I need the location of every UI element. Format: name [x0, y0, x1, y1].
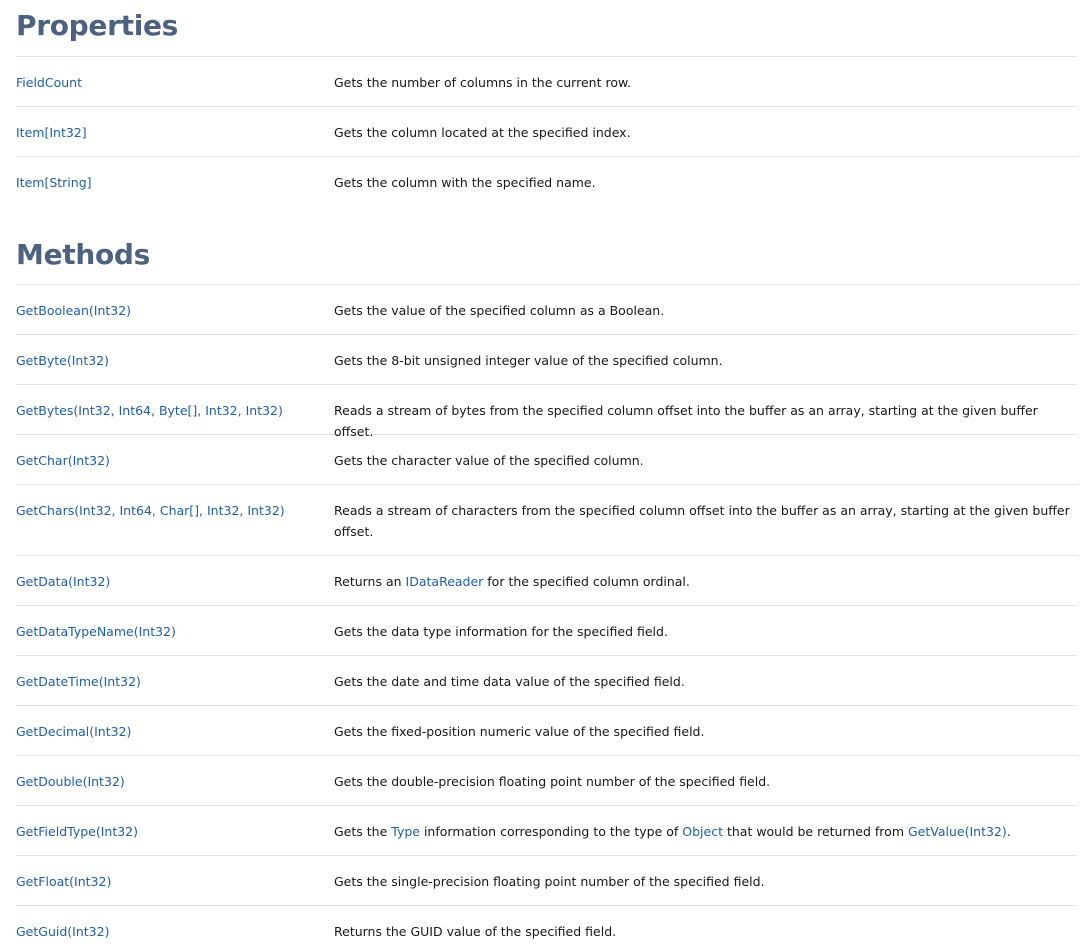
member-description: Gets the character value of the specifie…: [334, 453, 644, 468]
description-text: .: [1006, 824, 1011, 839]
api-reference-page: Properties FieldCount Gets the number of…: [0, 0, 1087, 947]
member-description: Gets the 8-bit unsigned integer value of…: [334, 353, 723, 368]
member-name-cell: GetFloat(Int32): [16, 871, 334, 905]
member-description: Gets the value of the specified column a…: [334, 303, 665, 318]
table-row: GetData(Int32) Returns an IDataReader fo…: [16, 555, 1077, 605]
properties-table: FieldCount Gets the number of columns in…: [16, 56, 1077, 206]
table-row: GetFieldType(Int32) Gets the Type inform…: [16, 805, 1077, 855]
property-link-item-int32[interactable]: Item[Int32]: [16, 125, 87, 140]
description-text: Gets the: [334, 824, 392, 839]
getvalue-link[interactable]: GetValue(Int32): [908, 824, 1007, 839]
member-name-cell: GetData(Int32): [16, 571, 334, 605]
description-text: Returns an: [334, 574, 406, 589]
table-row: GetDecimal(Int32) Gets the fixed-positio…: [16, 705, 1077, 755]
method-link-getbytes[interactable]: GetBytes(Int32, Int64, Byte[], Int32, In…: [16, 403, 283, 418]
member-description: Gets the fixed-position numeric value of…: [334, 724, 705, 739]
table-row: GetChars(Int32, Int64, Char[], Int32, In…: [16, 484, 1077, 555]
method-link-getfieldtype[interactable]: GetFieldType(Int32): [16, 824, 138, 839]
member-name-cell: FieldCount: [16, 72, 334, 106]
member-description: Gets the column with the specified name.: [334, 175, 596, 190]
method-link-getdouble[interactable]: GetDouble(Int32): [16, 774, 125, 789]
method-link-getbyte[interactable]: GetByte(Int32): [16, 353, 109, 368]
member-description: Gets the single-precision floating point…: [334, 874, 765, 889]
table-row: Item[Int32] Gets the column located at t…: [16, 106, 1077, 156]
property-link-item-string[interactable]: Item[String]: [16, 175, 92, 190]
member-name-cell: GetBoolean(Int32): [16, 300, 334, 334]
method-link-getfloat[interactable]: GetFloat(Int32): [16, 874, 111, 889]
table-row: GetDouble(Int32) Gets the double-precisi…: [16, 755, 1077, 805]
member-description: Gets the number of columns in the curren…: [334, 75, 632, 90]
method-link-getchar[interactable]: GetChar(Int32): [16, 453, 110, 468]
member-name-cell: GetByte(Int32): [16, 350, 334, 384]
property-link-fieldcount[interactable]: FieldCount: [16, 75, 82, 90]
methods-heading: Methods: [16, 238, 151, 271]
method-link-getdata[interactable]: GetData(Int32): [16, 574, 110, 589]
member-description: Reads a stream of bytes from the specifi…: [334, 403, 1038, 439]
member-name-cell: GetDataTypeName(Int32): [16, 621, 334, 655]
table-row: GetDateTime(Int32) Gets the date and tim…: [16, 655, 1077, 705]
table-row: GetByte(Int32) Gets the 8-bit unsigned i…: [16, 334, 1077, 384]
method-link-getdatatypename[interactable]: GetDataTypeName(Int32): [16, 624, 176, 639]
table-row: Item[String] Gets the column with the sp…: [16, 156, 1077, 206]
member-description: Returns the GUID value of the specified …: [334, 924, 617, 939]
type-link[interactable]: Type: [391, 824, 420, 839]
member-name-cell: GetDouble(Int32): [16, 771, 334, 805]
method-link-getdecimal[interactable]: GetDecimal(Int32): [16, 724, 131, 739]
member-name-cell: GetBytes(Int32, Int64, Byte[], Int32, In…: [16, 400, 334, 434]
member-name-cell: GetFieldType(Int32): [16, 821, 334, 855]
description-text: information corresponding to the type of: [419, 824, 683, 839]
member-name-cell: GetGuid(Int32): [16, 921, 334, 941]
table-row: FieldCount Gets the number of columns in…: [16, 56, 1077, 106]
member-name-cell: Item[String]: [16, 172, 334, 206]
description-text: that would be returned from: [722, 824, 908, 839]
idatareader-link[interactable]: IDataReader: [406, 574, 484, 589]
member-description: Returns an IDataReader for the specified…: [334, 571, 1077, 605]
member-description: Gets the Type information corresponding …: [334, 821, 1077, 855]
table-row: GetBytes(Int32, Int64, Byte[], Int32, In…: [16, 384, 1077, 439]
methods-table: GetBoolean(Int32) Gets the value of the …: [16, 284, 1077, 941]
table-row: GetBoolean(Int32) Gets the value of the …: [16, 284, 1077, 334]
method-link-getchars[interactable]: GetChars(Int32, Int64, Char[], Int32, In…: [16, 503, 285, 518]
description-text: for the specified column ordinal.: [483, 574, 690, 589]
member-description: Gets the double-precision floating point…: [334, 774, 771, 789]
method-link-getdatetime[interactable]: GetDateTime(Int32): [16, 674, 141, 689]
method-link-getboolean[interactable]: GetBoolean(Int32): [16, 303, 131, 318]
member-description: Reads a stream of characters from the sp…: [334, 503, 1070, 539]
member-name-cell: GetChar(Int32): [16, 450, 334, 484]
member-description: Gets the date and time data value of the…: [334, 674, 685, 689]
table-row: GetChar(Int32) Gets the character value …: [16, 434, 1077, 484]
member-name-cell: GetDateTime(Int32): [16, 671, 334, 705]
member-description: Gets the column located at the specified…: [334, 125, 631, 140]
properties-heading: Properties: [16, 9, 179, 42]
object-link[interactable]: Object: [682, 824, 723, 839]
member-name-cell: Item[Int32]: [16, 122, 334, 156]
member-name-cell: GetChars(Int32, Int64, Char[], Int32, In…: [16, 500, 334, 555]
member-description: Gets the data type information for the s…: [334, 624, 668, 639]
method-link-getguid[interactable]: GetGuid(Int32): [16, 924, 109, 939]
table-row: GetGuid(Int32) Returns the GUID value of…: [16, 905, 1077, 941]
member-name-cell: GetDecimal(Int32): [16, 721, 334, 755]
table-row: GetFloat(Int32) Gets the single-precisio…: [16, 855, 1077, 905]
table-row: GetDataTypeName(Int32) Gets the data typ…: [16, 605, 1077, 655]
